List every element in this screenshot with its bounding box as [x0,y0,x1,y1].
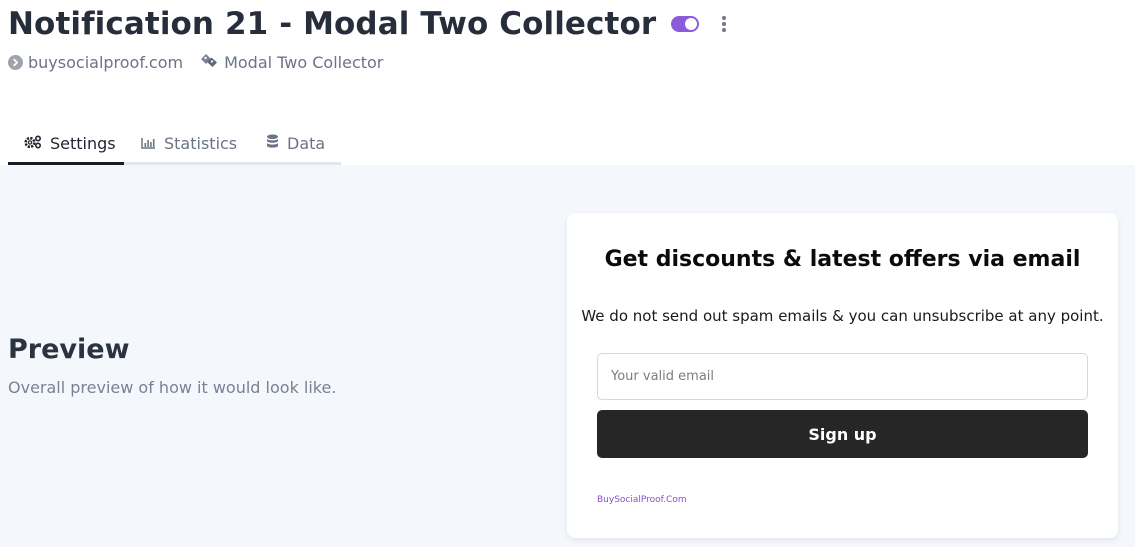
email-input[interactable] [597,353,1088,400]
tab-statistics[interactable]: Statistics [124,125,249,162]
modal-title: Get discounts & latest offers via email [604,247,1081,272]
sign-up-button[interactable]: Sign up [597,410,1088,458]
kebab-dot [722,22,727,26]
page-header: Notification 21 - Modal Two Collector bu… [0,0,1135,165]
kebab-dot [722,16,727,20]
database-icon [266,134,279,153]
preview-heading: Preview [8,334,130,365]
site-link[interactable]: buysocialproof.com [8,53,183,72]
gears-icon [24,134,42,153]
meta-row: buysocialproof.com Modal Two Collector [8,51,400,73]
kebab-dot [722,28,727,32]
tab-label: Settings [50,134,116,153]
branding-link[interactable]: BuySocialProof.Com [597,495,687,505]
tab-data[interactable]: Data [249,125,341,162]
tab-label: Statistics [164,134,238,153]
modal-preview-card: Get discounts & latest offers via email … [567,213,1118,538]
notification-type-label: Modal Two Collector [224,52,384,72]
settings-panel: Preview Overall preview of how it would … [0,165,1135,547]
tab-settings[interactable]: Settings [8,125,124,165]
tab-bar: Settings Statistics Data [8,125,341,165]
bar-chart-icon [141,134,156,153]
preview-subtitle: Overall preview of how it would look lik… [8,378,337,397]
page-title: Notification 21 - Modal Two Collector [8,6,657,42]
notification-type: Modal Two Collector [200,53,383,72]
notification-enabled-toggle[interactable] [671,16,700,32]
modal-description: We do not send out spam emails & you can… [581,307,1104,325]
more-options-icon[interactable] [719,16,729,32]
chevron-right-circle-icon [8,54,23,70]
title-row: Notification 21 - Modal Two Collector [8,2,729,46]
tags-icon [200,53,219,72]
toggle-knob [685,18,698,30]
site-name: buysocialproof.com [28,52,184,72]
tab-label: Data [287,134,326,153]
